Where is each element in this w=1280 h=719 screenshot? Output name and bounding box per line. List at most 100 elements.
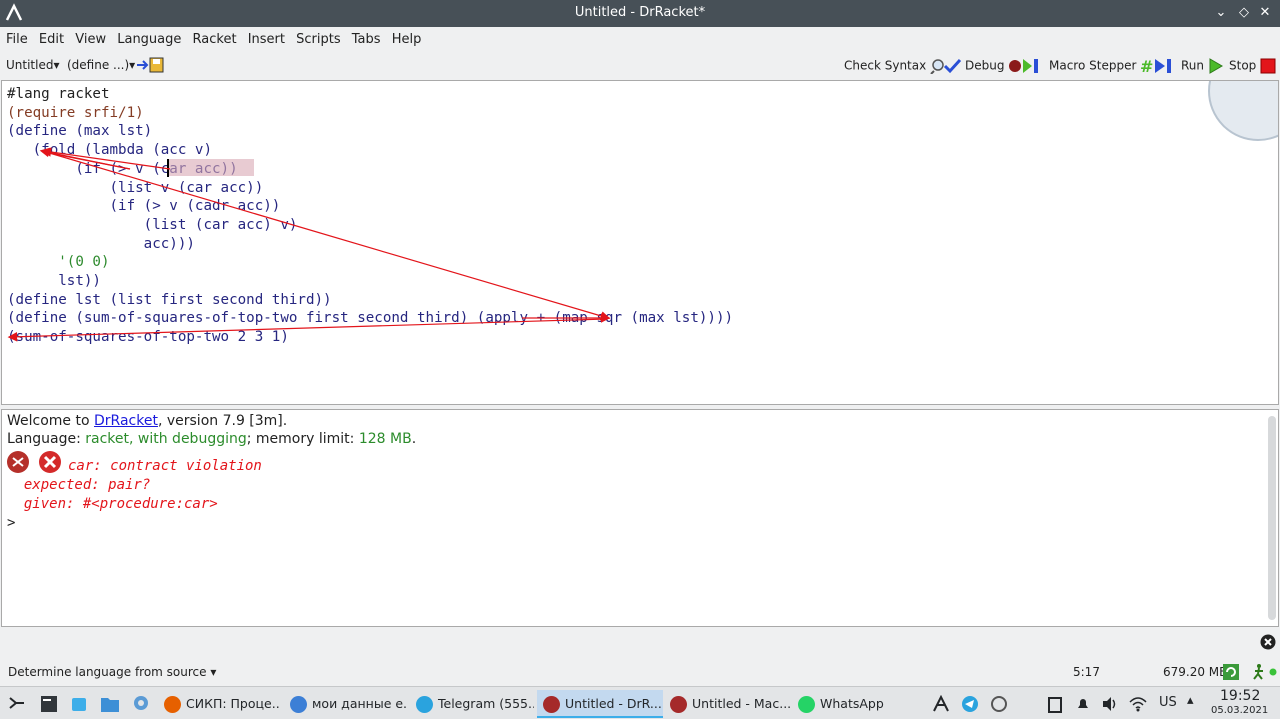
memory-usage[interactable]: 679.20 MB bbox=[1163, 665, 1227, 679]
title-bar: Untitled - DrRacket* ⌄ ◇ ✕ bbox=[0, 0, 1280, 27]
discover-icon[interactable] bbox=[70, 695, 88, 713]
task-label: WhatsApp bbox=[820, 696, 884, 711]
volume-icon[interactable] bbox=[1101, 695, 1119, 713]
memory-suffix: . bbox=[411, 431, 417, 447]
language-selector[interactable]: Determine language from source ▾ bbox=[8, 665, 216, 679]
task-firefox[interactable]: СИКП: Проце... bbox=[158, 690, 280, 718]
play-icon bbox=[1209, 58, 1223, 74]
define-selector-label: (define ...) bbox=[67, 58, 130, 72]
terminal-icon[interactable] bbox=[40, 695, 58, 713]
task-browser[interactable]: мои данные е... bbox=[284, 690, 408, 718]
clock-time[interactable]: 19:52 bbox=[1220, 688, 1260, 704]
triangle-down-icon: ▾ bbox=[210, 665, 217, 679]
define-selector-dropdown[interactable]: (define ...)▾ bbox=[67, 58, 135, 72]
check-syntax-label: Check Syntax bbox=[844, 58, 927, 73]
macro-stepper-button[interactable]: Macro Stepper # bbox=[1049, 58, 1176, 74]
taskbar: СИКП: Проце... мои данные е... Telegram … bbox=[0, 686, 1280, 719]
expand-tray-arrow-icon[interactable]: ▴ bbox=[1187, 693, 1194, 708]
task-drracket[interactable]: Untitled - DrR... bbox=[537, 690, 663, 718]
drracket-icon bbox=[543, 696, 560, 713]
hash-step-icon: # bbox=[1140, 58, 1172, 74]
language-line: Language: racket, with debugging; memory… bbox=[7, 431, 416, 447]
error-icons bbox=[6, 450, 62, 478]
check-syntax-button[interactable]: Check Syntax bbox=[844, 58, 962, 74]
interactions-pane[interactable]: Welcome to DrRacket, version 7.9 [3m]. L… bbox=[1, 409, 1279, 627]
debug-button[interactable]: Debug bbox=[965, 58, 1042, 74]
macro-stepper-label: Macro Stepper bbox=[1049, 58, 1137, 73]
tab-selector-dropdown[interactable]: Untitled▾ bbox=[6, 58, 60, 72]
menu-help[interactable]: Help bbox=[386, 28, 422, 47]
language-value: racket, with debugging bbox=[85, 431, 247, 447]
task-label: мои данные е... bbox=[312, 696, 408, 711]
tab-selector-label: Untitled bbox=[6, 58, 54, 72]
menu-bar: File Edit View Language Racket Insert Sc… bbox=[0, 28, 1280, 52]
task-macro-stepper[interactable]: Untitled - Mac... bbox=[664, 690, 790, 718]
whatsapp-icon bbox=[798, 696, 815, 713]
minimize-chevron-down-icon[interactable]: ⌄ bbox=[1212, 4, 1230, 22]
task-label: СИКП: Проце... bbox=[186, 696, 280, 711]
bug-report-icon[interactable] bbox=[6, 450, 30, 474]
task-label: Untitled - DrR... bbox=[565, 696, 662, 711]
run-label: Run bbox=[1181, 58, 1205, 73]
file-manager-icon[interactable] bbox=[100, 695, 120, 713]
menu-view[interactable]: View bbox=[69, 28, 106, 47]
clock-date[interactable]: 05.03.2021 bbox=[1211, 705, 1268, 716]
telegram-tray-icon[interactable] bbox=[961, 695, 979, 713]
telegram-icon bbox=[416, 696, 433, 713]
running-figure-icon bbox=[1253, 664, 1277, 680]
error-message: car: contract violation bbox=[68, 458, 262, 474]
firefox-icon bbox=[164, 696, 181, 713]
triangle-down-icon: ▾ bbox=[53, 58, 60, 72]
drracket-icon bbox=[670, 696, 687, 713]
binding-arrows bbox=[7, 147, 611, 342]
notifications-icon[interactable] bbox=[1074, 695, 1092, 713]
application-launcher-icon[interactable] bbox=[8, 694, 26, 712]
drracket-link[interactable]: DrRacket bbox=[94, 413, 158, 429]
clipboard-icon[interactable] bbox=[1046, 695, 1064, 713]
stop-square-icon bbox=[1260, 58, 1276, 74]
save-icon[interactable] bbox=[136, 56, 164, 77]
window-title: Untitled - DrRacket* bbox=[574, 5, 706, 20]
welcome-prefix: Welcome to bbox=[7, 413, 94, 429]
menu-language[interactable]: Language bbox=[111, 28, 181, 47]
language-selector-label: Determine language from source bbox=[8, 665, 207, 679]
menu-insert[interactable]: Insert bbox=[242, 28, 285, 47]
cursor-position: 5:17 bbox=[1073, 665, 1100, 679]
task-label: Untitled - Mac... bbox=[692, 696, 790, 711]
run-button[interactable]: Run bbox=[1181, 58, 1224, 74]
memory-value: 128 MB bbox=[358, 431, 412, 447]
recycle-icon[interactable] bbox=[1222, 663, 1240, 681]
repl-scrollbar[interactable] bbox=[1268, 416, 1276, 620]
close-icon[interactable]: ✕ bbox=[1256, 4, 1274, 22]
task-label: Telegram (555... bbox=[438, 696, 534, 711]
system-settings-icon[interactable] bbox=[132, 694, 150, 712]
menu-tabs[interactable]: Tabs bbox=[346, 28, 381, 47]
error-expected: expected: pair? bbox=[7, 477, 151, 493]
menu-file[interactable]: File bbox=[0, 28, 28, 47]
stop-button[interactable]: Stop bbox=[1229, 58, 1276, 74]
repl-prompt[interactable]: > bbox=[7, 515, 15, 531]
triangle-down-icon: ▾ bbox=[129, 58, 136, 72]
menu-scripts[interactable]: Scripts bbox=[290, 28, 340, 47]
memory-prefix: ; memory limit: bbox=[246, 431, 359, 447]
welcome-suffix: , version 7.9 [3m]. bbox=[157, 413, 288, 429]
toolbar: Untitled▾ (define ...)▾ Check Syntax Deb… bbox=[0, 54, 1280, 78]
task-telegram[interactable]: Telegram (555... bbox=[410, 690, 534, 718]
maximize-diamond-icon[interactable]: ◇ bbox=[1235, 4, 1253, 22]
network-monitor-icon[interactable] bbox=[932, 695, 950, 713]
close-pane-icon[interactable] bbox=[1260, 634, 1276, 650]
error-given: given: #<procedure:car> bbox=[7, 496, 218, 512]
menu-racket[interactable]: Racket bbox=[187, 28, 237, 47]
language-prefix: Language: bbox=[7, 431, 86, 447]
whatsapp-tray-icon[interactable] bbox=[990, 695, 1008, 713]
task-whatsapp[interactable]: WhatsApp bbox=[792, 690, 918, 718]
status-bar: Determine language from source ▾ 5:17 67… bbox=[0, 660, 1280, 684]
keyboard-layout[interactable]: US bbox=[1159, 695, 1177, 710]
definitions-editor[interactable]: #lang racket (require srfi/1) (define (max… bbox=[1, 80, 1279, 405]
magnifier-check-icon bbox=[930, 58, 962, 74]
wifi-icon[interactable] bbox=[1129, 695, 1147, 713]
welcome-line: Welcome to DrRacket, version 7.9 [3m]. bbox=[7, 413, 287, 429]
browser-icon bbox=[290, 696, 307, 713]
error-x-icon[interactable] bbox=[38, 450, 62, 474]
menu-edit[interactable]: Edit bbox=[33, 28, 64, 47]
